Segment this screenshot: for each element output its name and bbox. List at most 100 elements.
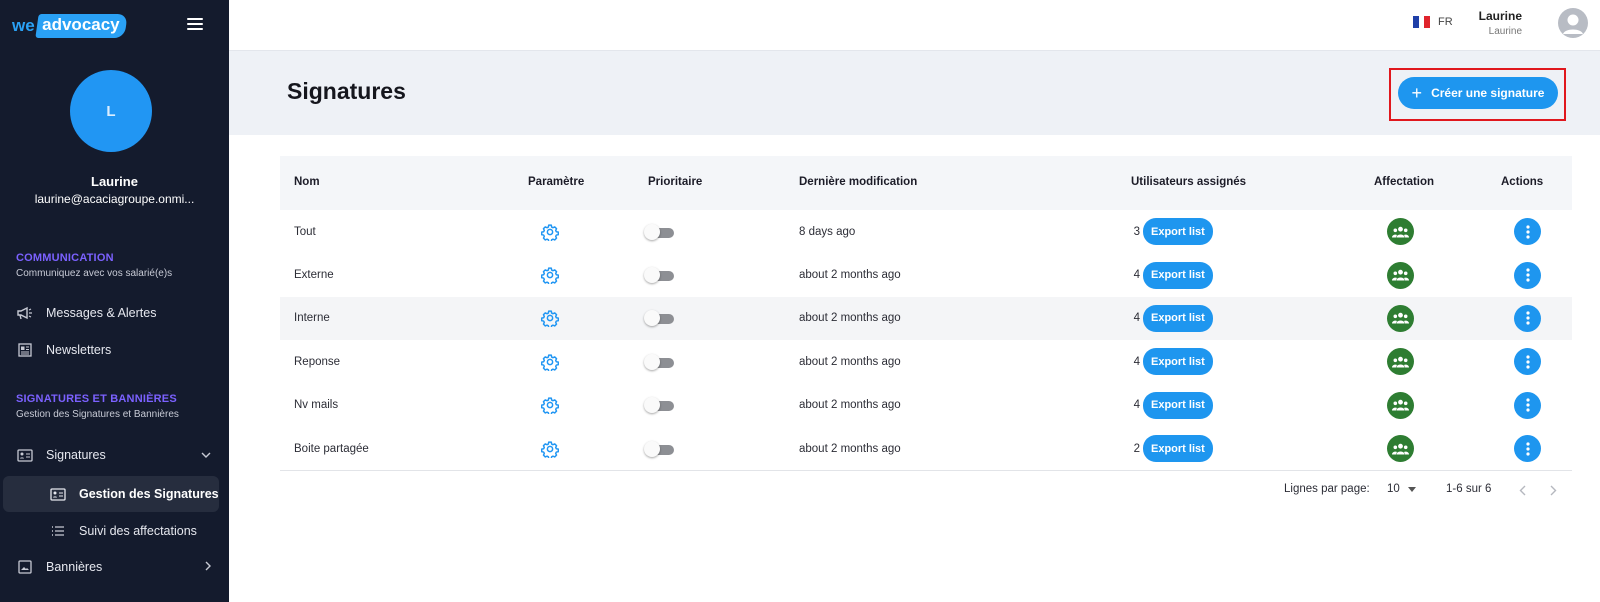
create-signature-button[interactable]: + Créer une signature	[1398, 77, 1558, 109]
group-users-icon[interactable]	[1387, 261, 1414, 289]
prioritaire-toggle[interactable]	[644, 340, 676, 383]
prioritaire-toggle[interactable]	[644, 427, 676, 470]
topbar-user[interactable]: Laurine Laurine	[1479, 9, 1522, 37]
france-flag-icon	[1413, 16, 1431, 28]
language-selector[interactable]: FR	[1413, 16, 1453, 28]
users-assigned: 4 Export list	[1128, 384, 1213, 427]
more-vertical-icon[interactable]	[1514, 304, 1541, 332]
highlight-frame: + Créer une signature	[1389, 68, 1566, 121]
gear-icon[interactable]	[541, 427, 559, 470]
more-vertical-icon[interactable]	[1514, 391, 1541, 419]
users-count: 4	[1133, 399, 1140, 412]
sidebar-item-bannieres[interactable]: Bannières	[0, 549, 229, 585]
table-row: Interne about 2 months ago 4 Export list	[280, 296, 1572, 341]
rows-per-page-select[interactable]: 10	[1387, 483, 1416, 495]
users-assigned: 2 Export list	[1128, 427, 1213, 470]
export-list-button[interactable]: Export list	[1143, 261, 1213, 289]
users-assigned: 3 Export list	[1128, 210, 1213, 253]
prev-page-icon[interactable]	[1519, 485, 1526, 499]
group-users-icon[interactable]	[1387, 435, 1414, 463]
actions-cell	[1514, 384, 1541, 427]
group-users-icon[interactable]	[1387, 348, 1414, 376]
gear-icon[interactable]	[541, 210, 559, 253]
export-list-button[interactable]: Export list	[1143, 435, 1213, 463]
users-count: 4	[1133, 269, 1140, 282]
affectation-cell	[1387, 253, 1414, 296]
export-list-button[interactable]: Export list	[1143, 218, 1213, 246]
affectation-cell	[1387, 340, 1414, 383]
actions-cell	[1514, 210, 1541, 253]
section-title-signatures: SIGNATURES ET BANNIÈRES	[16, 393, 177, 405]
section-subtitle-communication: Communiquez avec vos salarié(e)s	[16, 268, 173, 279]
menu-toggle-icon[interactable]	[187, 18, 203, 32]
sidebar-item-gestion-signatures[interactable]: Gestion des Signatures	[3, 476, 219, 512]
user-avatar-icon[interactable]	[1558, 8, 1588, 38]
group-users-icon[interactable]	[1387, 304, 1414, 332]
list-icon	[50, 524, 66, 538]
more-vertical-icon[interactable]	[1514, 348, 1541, 376]
section-title-communication: COMMUNICATION	[16, 252, 114, 264]
export-list-button[interactable]: Export list	[1143, 348, 1213, 376]
affectation-cell	[1387, 297, 1414, 340]
signatures-table: Nom Paramètre Prioritaire Dernière modif…	[280, 156, 1572, 472]
page-title: Signatures	[287, 78, 406, 104]
next-page-icon[interactable]	[1550, 485, 1557, 499]
table-row: Nv mails about 2 months ago 4 Export list	[280, 384, 1572, 427]
chevron-down-icon	[201, 449, 211, 461]
group-users-icon[interactable]	[1387, 218, 1414, 246]
sidebar-item-newsletters[interactable]: Newsletters	[0, 332, 229, 368]
more-vertical-icon[interactable]	[1514, 435, 1541, 463]
prioritaire-toggle[interactable]	[644, 253, 676, 296]
col-header-affectation: Affectation	[1374, 176, 1435, 188]
sidebar-item-label: Newsletters	[46, 343, 112, 357]
group-users-icon[interactable]	[1387, 391, 1414, 419]
topbar: FR Laurine Laurine	[229, 0, 1600, 51]
sidebar-item-suivi-affectations[interactable]: Suivi des affectations	[0, 513, 229, 549]
sidebar-item-signatures[interactable]: Signatures	[0, 437, 229, 473]
sidebar-item-label: Suivi des affectations	[79, 524, 197, 538]
signature-name: Interne	[294, 312, 330, 325]
signature-name: Reponse	[294, 355, 341, 368]
gear-icon[interactable]	[541, 340, 559, 383]
prioritaire-toggle[interactable]	[644, 210, 676, 253]
megaphone-icon	[17, 306, 33, 320]
last-modified: 8 days ago	[799, 225, 856, 238]
gear-icon[interactable]	[541, 297, 559, 340]
affectation-cell	[1387, 384, 1414, 427]
gear-icon[interactable]	[541, 384, 559, 427]
prioritaire-toggle[interactable]	[644, 297, 676, 340]
table-body: Tout 8 days ago 3 Export list Externe about 2…	[280, 210, 1572, 470]
chevron-right-icon	[205, 561, 211, 574]
sidebar-item-label: Messages & Alertes	[46, 306, 157, 320]
users-count: 4	[1133, 355, 1140, 368]
col-header-derniere-modification[interactable]: Dernière modification	[799, 176, 917, 188]
col-header-nom[interactable]: Nom	[294, 176, 320, 188]
sidebar-item-label: Gestion des Signatures	[79, 487, 219, 501]
table-row: Tout 8 days ago 3 Export list	[280, 210, 1572, 253]
topbar-user-name: Laurine	[1478, 9, 1522, 23]
signature-name: Boite partagée	[294, 442, 369, 455]
image-icon	[17, 560, 33, 574]
signature-name: Externe	[294, 269, 334, 282]
caret-down-icon	[1407, 483, 1416, 495]
sidebar-item-messages-alertes[interactable]: Messages & Alertes	[0, 295, 229, 331]
topbar-user-sub: Laurine	[1488, 26, 1522, 37]
id-card-icon	[50, 487, 66, 501]
gear-icon[interactable]	[541, 253, 559, 296]
language-code: FR	[1438, 16, 1453, 28]
prioritaire-toggle[interactable]	[644, 384, 676, 427]
table-row: Boite partagée about 2 months ago 2 Export …	[280, 427, 1572, 470]
plus-icon: +	[1411, 83, 1423, 103]
signature-name: Tout	[294, 225, 316, 238]
table-header: Nom Paramètre Prioritaire Dernière modif…	[280, 156, 1572, 210]
more-vertical-icon[interactable]	[1514, 261, 1541, 289]
users-count: 3	[1133, 225, 1140, 238]
export-list-button[interactable]: Export list	[1143, 391, 1213, 419]
brand-logo[interactable]: we advocacy	[12, 14, 127, 38]
brand-we: we	[12, 16, 35, 35]
profile-avatar[interactable]: L	[70, 70, 152, 152]
export-list-button[interactable]: Export list	[1143, 304, 1213, 332]
more-vertical-icon[interactable]	[1514, 218, 1541, 246]
brand-advocacy-badge: advocacy	[35, 14, 127, 38]
profile-name: Laurine	[91, 174, 138, 189]
